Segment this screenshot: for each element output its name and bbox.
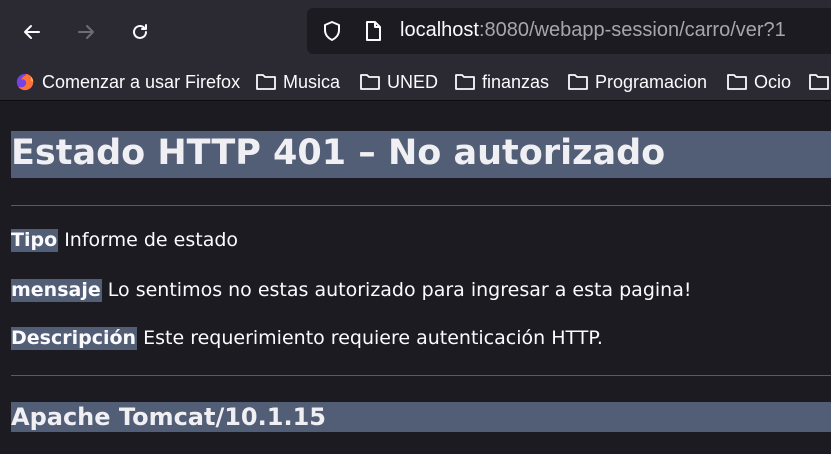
message-row: mensaje Lo sentimos no estas autorizado … xyxy=(11,279,691,305)
back-button[interactable] xyxy=(15,15,49,49)
url-bar[interactable]: localhost:8080/webapp-session/carro/ver?… xyxy=(307,8,831,54)
url-text[interactable]: localhost:8080/webapp-session/carro/ver?… xyxy=(400,19,786,42)
bookmark-folder-finanzas[interactable]: finanzas xyxy=(454,69,549,95)
url-path: :8080/webapp-session/carro/ver?1 xyxy=(478,19,786,41)
folder-icon xyxy=(455,74,475,90)
folder-icon xyxy=(256,74,276,90)
url-host: localhost xyxy=(400,19,479,41)
bookmark-comenzar-firefox[interactable]: Comenzar a usar Firefox xyxy=(14,69,240,95)
bookmark-folder-overflow[interactable] xyxy=(808,69,830,95)
type-row: Tipo Informe de estado xyxy=(11,229,238,255)
type-value: Informe de estado xyxy=(64,229,239,251)
type-label: Tipo xyxy=(11,229,59,252)
bookmark-folder-musica[interactable]: Musica xyxy=(255,69,340,95)
bookmark-folder-programacion[interactable]: Programacion xyxy=(567,69,707,95)
message-label: mensaje xyxy=(11,279,102,302)
arrow-right-icon xyxy=(78,25,94,39)
reload-icon xyxy=(133,24,147,39)
page-content: Estado HTTP 401 – No autorizado Tipo Inf… xyxy=(0,102,831,454)
folder-icon xyxy=(809,74,829,90)
page-icon[interactable] xyxy=(362,20,384,42)
description-row: Descripción Este requerimiento requiere … xyxy=(11,327,603,353)
reload-button[interactable] xyxy=(123,15,157,49)
error-heading-bar: Estado HTTP 401 – No autorizado xyxy=(11,131,831,178)
server-footer-bar: Apache Tomcat/10.1.15 xyxy=(11,402,831,432)
bookmark-folder-uned[interactable]: UNED xyxy=(359,69,438,95)
bookmark-label: Programacion xyxy=(595,71,708,92)
folder-icon xyxy=(360,74,380,90)
bookmark-folder-ocio[interactable]: Ocio xyxy=(726,69,791,95)
folder-icon xyxy=(727,74,747,90)
bookmark-label: Ocio xyxy=(754,71,792,92)
shield-icon[interactable] xyxy=(321,20,343,42)
forward-button[interactable] xyxy=(69,15,103,49)
server-footer: Apache Tomcat/10.1.15 xyxy=(11,403,326,431)
bookmark-label: UNED xyxy=(387,71,439,92)
bookmark-label: Comenzar a usar Firefox xyxy=(42,71,241,92)
arrow-left-icon xyxy=(24,25,40,39)
bookmark-label: finanzas xyxy=(482,71,550,92)
bookmark-label: Musica xyxy=(283,71,341,92)
folder-icon xyxy=(568,74,588,90)
browser-toolbar: localhost:8080/webapp-session/carro/ver?… xyxy=(0,0,831,63)
page-title: Estado HTTP 401 – No autorizado xyxy=(11,133,666,173)
description-label: Descripción xyxy=(11,327,138,350)
bookmarks-toolbar: Comenzar a usar Firefox Musica UNED fina… xyxy=(0,63,831,101)
divider xyxy=(11,375,831,376)
divider xyxy=(11,205,831,206)
firefox-icon xyxy=(16,73,34,91)
message-value: Lo sentimos no estas autorizado para ing… xyxy=(107,279,692,301)
description-value: Este requerimiento requiere autenticació… xyxy=(143,327,603,349)
